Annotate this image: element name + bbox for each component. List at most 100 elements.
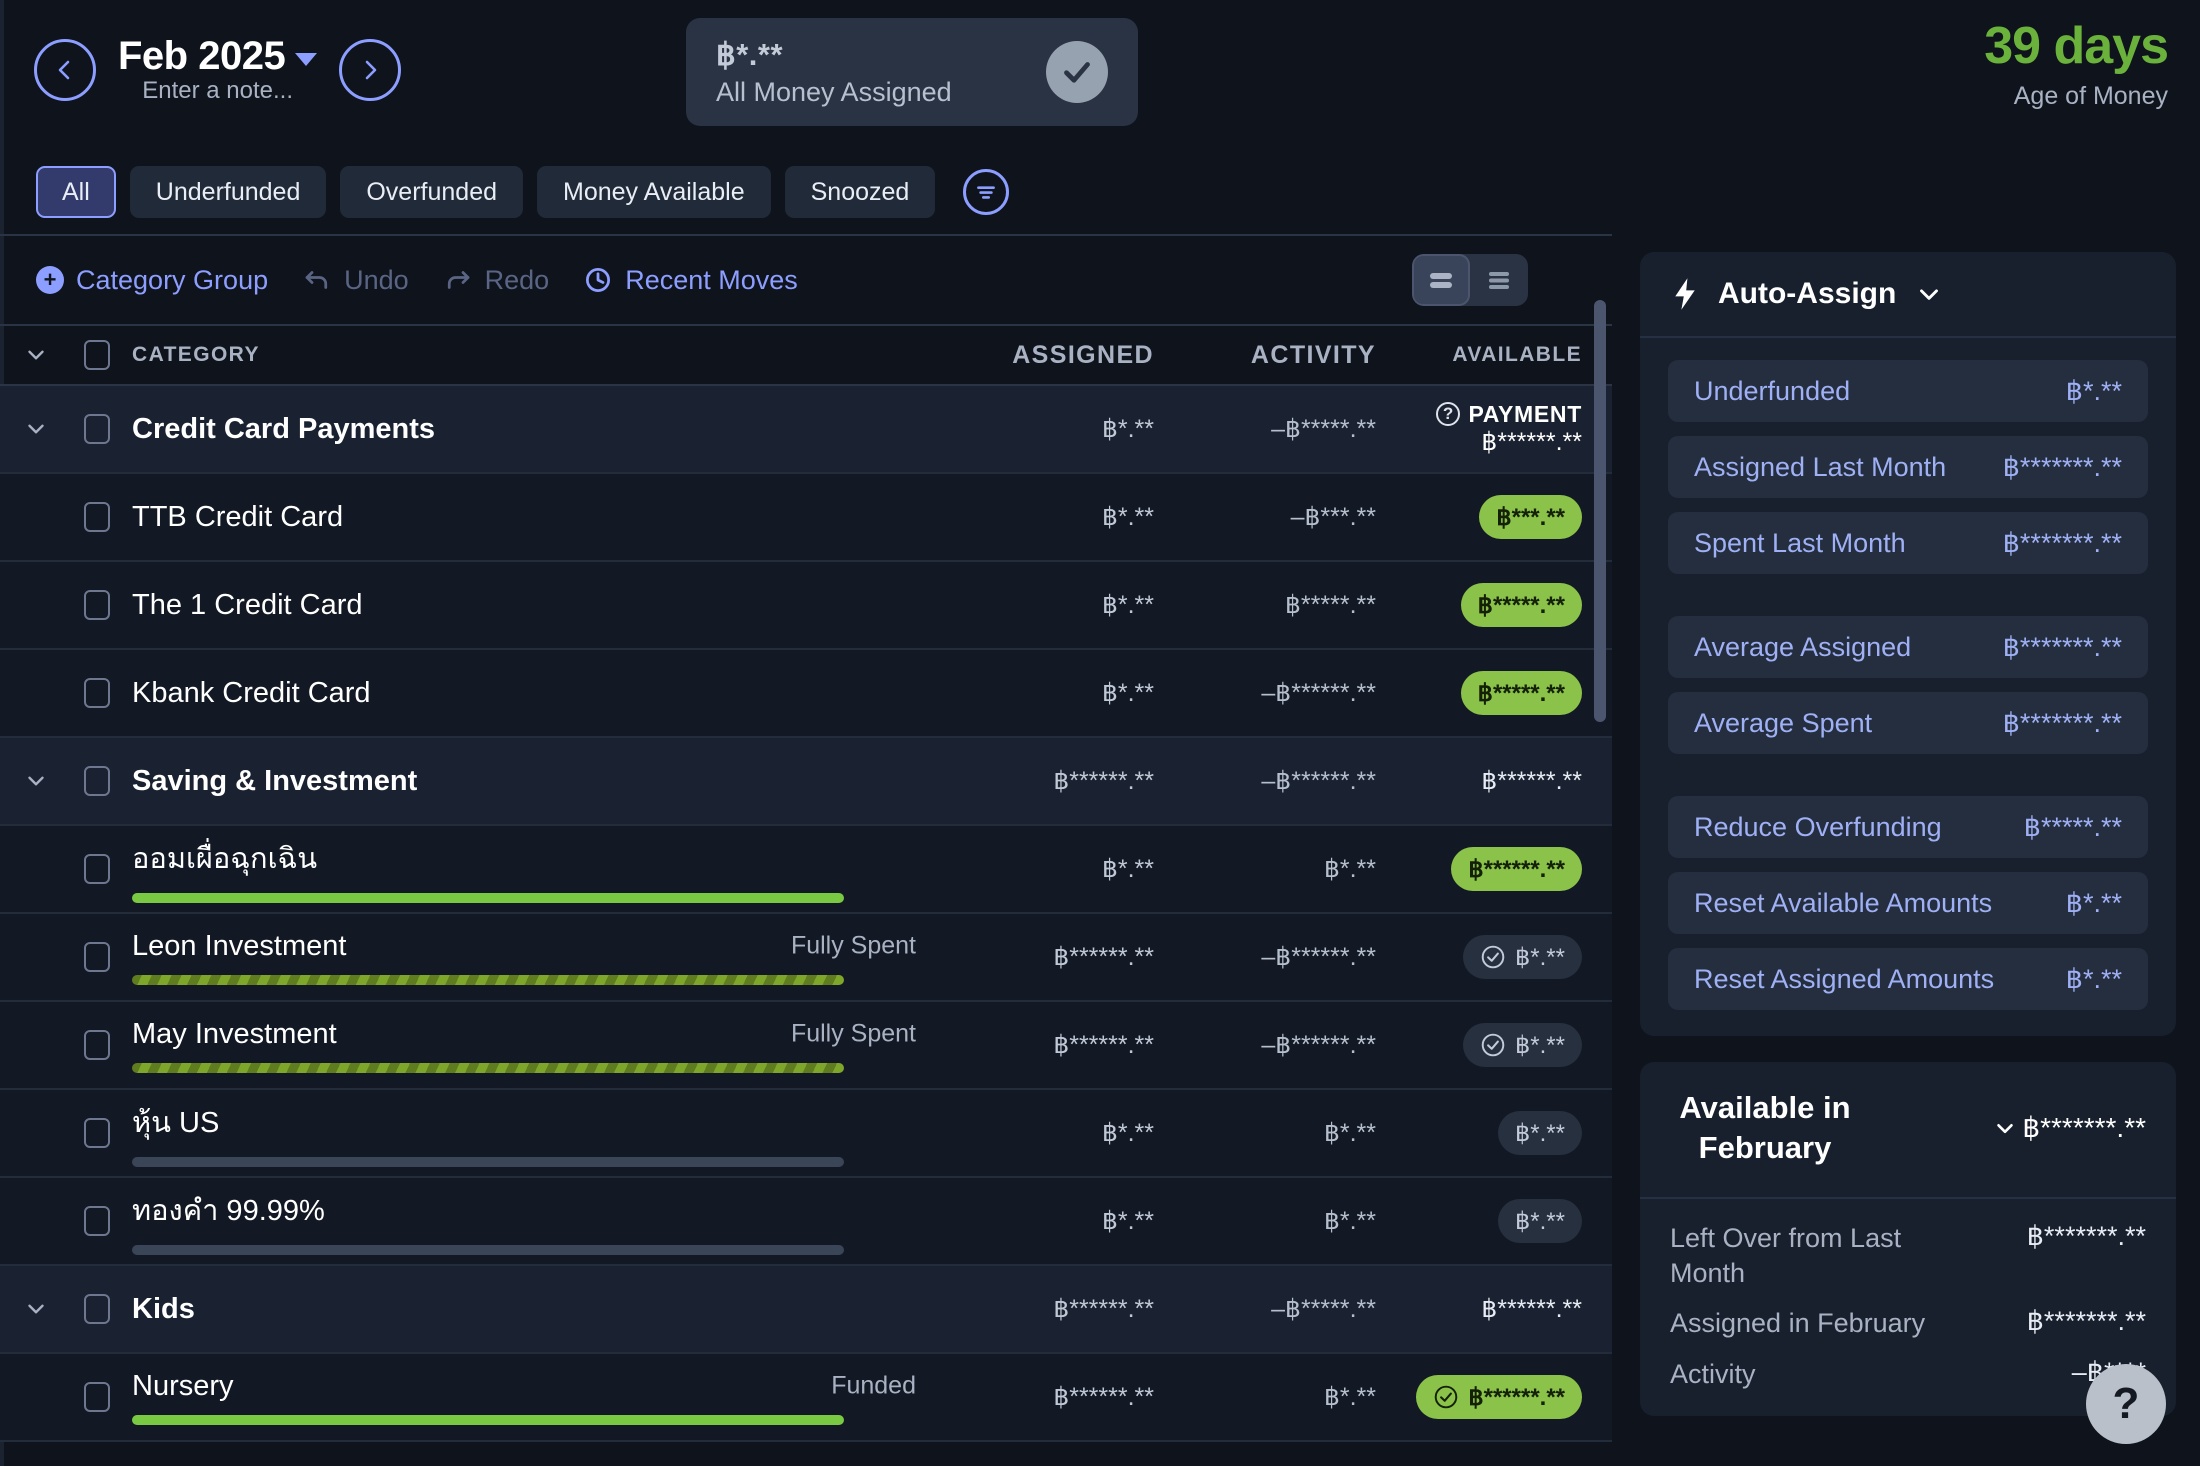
assigned-cell[interactable]: ฿******.** (938, 1030, 1160, 1060)
select-all-checkbox[interactable] (84, 340, 110, 370)
group-collapse-toggle[interactable] (0, 768, 72, 794)
available-cell[interactable]: ฿*.** (1382, 1111, 1612, 1155)
redo-button[interactable]: Redo (443, 265, 549, 296)
prev-month-button[interactable] (34, 38, 96, 101)
activity-cell[interactable]: ฿*.** (1160, 1382, 1382, 1412)
row-checkbox[interactable] (84, 854, 110, 884)
filter-chip-overfunded[interactable]: Overfunded (340, 166, 523, 218)
category-name-cell[interactable]: Saving & Investment (122, 738, 938, 824)
assigned-cell[interactable]: ฿******.** (938, 766, 1160, 796)
recent-moves-button[interactable]: Recent Moves (583, 265, 798, 296)
row-checkbox[interactable] (84, 766, 110, 796)
available-pill[interactable]: ฿*****.** (1460, 671, 1582, 715)
activity-cell[interactable]: –฿******.** (1160, 678, 1382, 708)
help-button[interactable]: ? (2086, 1364, 2166, 1444)
activity-cell[interactable]: –฿******.** (1160, 942, 1382, 972)
column-header-assigned[interactable]: ASSIGNED (938, 341, 1160, 370)
category-name-cell[interactable]: TTB Credit Card (122, 474, 938, 560)
assigned-cell[interactable]: ฿*.** (938, 590, 1160, 620)
category-row[interactable]: ออมเผื่อฉุกเฉิน ฿*.** ฿*.** ฿******.** (0, 826, 1612, 914)
available-cell[interactable]: ฿*****.** (1382, 671, 1612, 715)
available-cell[interactable]: ฿***.** (1382, 495, 1612, 539)
category-name-cell[interactable]: The 1 Credit Card (122, 562, 938, 648)
available-cell[interactable]: ฿*****.** (1382, 583, 1612, 627)
category-row[interactable]: May Investment Fully Spent ฿******.** –฿***… (0, 1002, 1612, 1090)
row-checkbox[interactable] (84, 414, 110, 444)
row-checkbox[interactable] (84, 502, 110, 532)
column-header-activity[interactable]: ACTIVITY (1160, 341, 1382, 370)
available-cell[interactable]: ฿******.** (1382, 766, 1612, 796)
available-cell[interactable]: ฿******.** (1382, 847, 1612, 891)
category-row[interactable]: Kbank Credit Card ฿*.** –฿******.** ฿*****.… (0, 650, 1612, 738)
available-pill[interactable]: ฿******.** (1416, 1375, 1582, 1419)
filter-chip-underfunded[interactable]: Underfunded (129, 166, 327, 218)
available-pill[interactable]: ฿*****.** (1460, 583, 1582, 627)
row-checkbox[interactable] (84, 590, 110, 620)
row-checkbox[interactable] (84, 942, 110, 972)
category-row[interactable]: The 1 Credit Card ฿*.** ฿*****.** ฿*****.** (0, 562, 1612, 650)
category-name-cell[interactable]: May Investment Fully Spent (122, 1002, 938, 1088)
activity-cell[interactable]: –฿******.** (1160, 766, 1382, 796)
assigned-cell[interactable]: ฿******.** (938, 942, 1160, 972)
available-pill[interactable]: ฿*.** (1498, 1111, 1582, 1155)
auto-assign-header[interactable]: Auto-Assign (1640, 252, 2176, 338)
category-row[interactable]: Nursery Funded ฿******.** ฿*.** ฿******.** (0, 1354, 1612, 1442)
available-pill[interactable]: ฿*.** (1463, 1023, 1582, 1067)
row-checkbox[interactable] (84, 1206, 110, 1236)
category-group-row[interactable]: Saving & Investment ฿******.** –฿******.**… (0, 738, 1612, 826)
auto-assign-button[interactable]: Underfunded ฿*.** (1668, 360, 2148, 422)
collapse-all-toggle[interactable] (0, 342, 72, 368)
filter-options-button[interactable] (963, 169, 1010, 215)
category-row[interactable]: หุ้น US ฿*.** ฿*.** ฿*.** (0, 1090, 1612, 1178)
group-collapse-toggle[interactable] (0, 416, 72, 442)
available-card-header[interactable]: Available in February ฿*******.** (1640, 1062, 2176, 1200)
available-cell[interactable]: ? PAYMENT ฿******.** (1382, 401, 1612, 458)
column-header-category[interactable]: CATEGORY (122, 326, 938, 384)
available-cell[interactable]: ฿******.** (1382, 1294, 1612, 1324)
budget-scrollbar-thumb[interactable] (1594, 300, 1606, 722)
category-name-cell[interactable]: Kids (122, 1266, 938, 1352)
activity-cell[interactable]: –฿*****.** (1160, 414, 1382, 444)
category-row[interactable]: ทองคำ 99.99% ฿*.** ฿*.** ฿*.** (0, 1178, 1612, 1266)
row-checkbox[interactable] (84, 1118, 110, 1148)
assigned-cell[interactable]: ฿*.** (938, 854, 1160, 884)
add-category-group-button[interactable]: + Category Group (36, 265, 268, 296)
category-name-cell[interactable]: Kbank Credit Card (122, 650, 938, 736)
activity-cell[interactable]: ฿*****.** (1160, 590, 1382, 620)
assigned-cell[interactable]: ฿*.** (938, 678, 1160, 708)
row-checkbox[interactable] (84, 1294, 110, 1324)
available-cell[interactable]: ฿*.** (1382, 935, 1612, 979)
category-name-cell[interactable]: หุ้น US (122, 1090, 938, 1176)
view-list-button[interactable] (1470, 254, 1528, 306)
auto-assign-button[interactable]: Reset Assigned Amounts ฿*.** (1668, 948, 2148, 1010)
assigned-cell[interactable]: ฿*.** (938, 414, 1160, 444)
next-month-button[interactable] (339, 38, 402, 101)
filter-chip-money-available[interactable]: Money Available (537, 166, 771, 218)
category-row[interactable]: TTB Credit Card ฿*.** –฿***.** ฿***.** (0, 474, 1612, 562)
chevron-down-icon[interactable] (1992, 1115, 2018, 1141)
row-checkbox[interactable] (84, 1030, 110, 1060)
category-name-cell[interactable]: Credit Card Payments (122, 386, 938, 472)
view-compact-button[interactable] (1412, 254, 1470, 306)
category-name-cell[interactable]: Leon Investment Fully Spent (122, 914, 938, 1000)
auto-assign-button[interactable]: Reset Available Amounts ฿*.** (1668, 872, 2148, 934)
budget-scrollbar[interactable] (1594, 300, 1606, 1070)
available-pill[interactable]: ฿*.** (1498, 1199, 1582, 1243)
auto-assign-button[interactable]: Reduce Overfunding ฿*****.** (1668, 796, 2148, 858)
assigned-cell[interactable]: ฿******.** (938, 1382, 1160, 1412)
category-name-cell[interactable]: ทองคำ 99.99% (122, 1178, 938, 1264)
activity-cell[interactable]: –฿*****.** (1160, 1294, 1382, 1324)
auto-assign-button[interactable]: Spent Last Month ฿*******.** (1668, 512, 2148, 574)
auto-assign-button[interactable]: Average Assigned ฿*******.** (1668, 616, 2148, 678)
category-name-cell[interactable]: Nursery Funded (122, 1354, 938, 1440)
undo-button[interactable]: Undo (302, 265, 409, 296)
month-note-input[interactable]: Enter a note... (118, 77, 317, 105)
assigned-cell[interactable]: ฿*.** (938, 1206, 1160, 1236)
row-checkbox[interactable] (84, 678, 110, 708)
row-checkbox[interactable] (84, 1382, 110, 1412)
filter-chip-snoozed[interactable]: Snoozed (784, 166, 936, 218)
category-row[interactable]: Leon Investment Fully Spent ฿******.** –฿**… (0, 914, 1612, 1002)
ready-to-assign-banner[interactable]: ฿*.** All Money Assigned (686, 18, 1138, 126)
activity-cell[interactable]: –฿***.** (1160, 502, 1382, 532)
assigned-cell[interactable]: ฿******.** (938, 1294, 1160, 1324)
